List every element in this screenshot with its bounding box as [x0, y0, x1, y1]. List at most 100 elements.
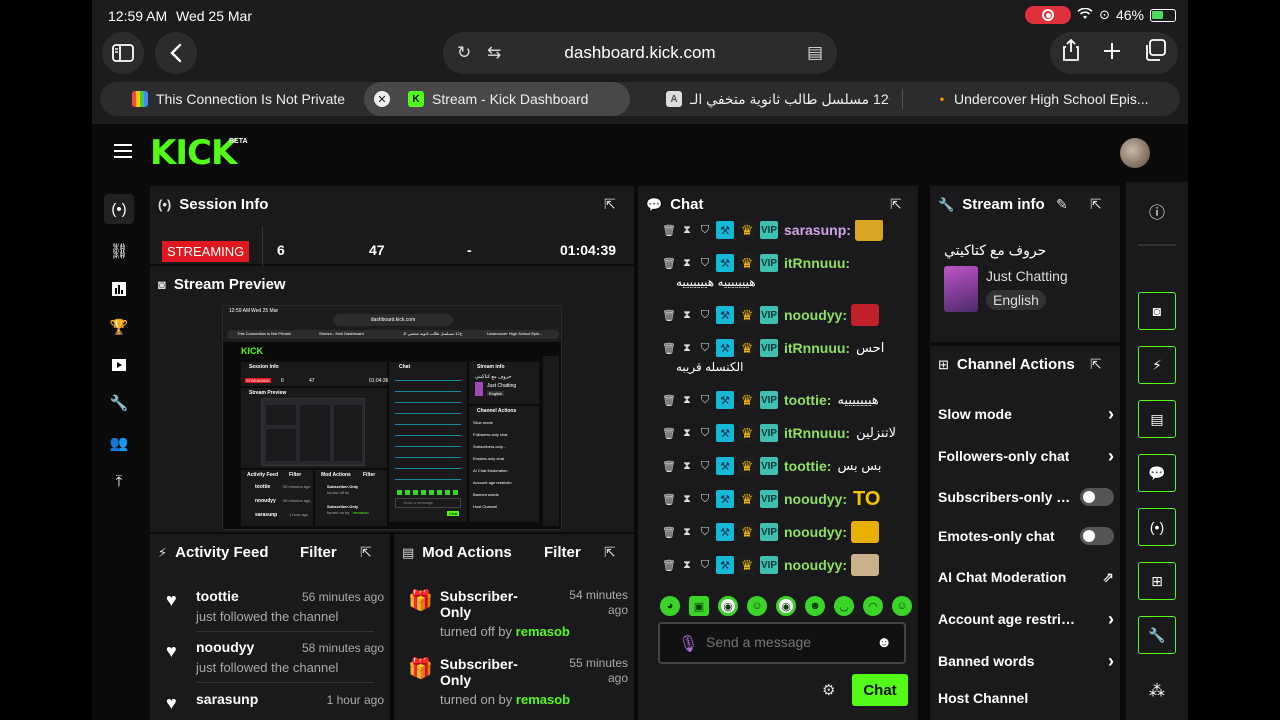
- timeout-icon[interactable]: ⧗: [680, 526, 694, 539]
- channel-action-host-channel[interactable]: Host Channel: [938, 690, 1114, 706]
- chat-username[interactable]: toottie:: [784, 458, 831, 474]
- ban-icon[interactable]: ⛉: [698, 427, 712, 440]
- external-link-icon[interactable]: ⇗: [1102, 569, 1114, 586]
- chat-username[interactable]: nooudyy:: [784, 557, 847, 573]
- video-nav-icon[interactable]: [104, 350, 134, 380]
- lightning-toggle-icon[interactable]: ⚡: [1138, 346, 1176, 384]
- timeout-icon[interactable]: ⧗: [680, 224, 694, 237]
- chat-username[interactable]: nooudyy:: [784, 524, 847, 540]
- chat-username[interactable]: toottie:: [784, 392, 831, 408]
- timeout-icon[interactable]: ⧗: [680, 460, 694, 473]
- chat-username[interactable]: nooudyy:: [784, 307, 847, 323]
- sidebar-toggle-icon[interactable]: [102, 32, 144, 74]
- stream-preview-video[interactable]: 12:59 AM Wed 25 Mar dashboard.kick.com T…: [222, 305, 562, 530]
- ban-icon[interactable]: ⛉: [698, 309, 712, 322]
- delete-icon[interactable]: 🗑: [662, 427, 676, 440]
- ban-icon[interactable]: ⛉: [698, 493, 712, 506]
- ban-icon[interactable]: ⛉: [698, 394, 712, 407]
- delete-icon[interactable]: 🗑: [662, 257, 676, 270]
- broadcast-toggle-icon[interactable]: (•): [1138, 508, 1176, 546]
- delete-icon[interactable]: 🗑: [662, 342, 676, 355]
- popout-icon[interactable]: ⇱: [360, 544, 372, 561]
- ban-icon[interactable]: ⛉: [698, 460, 712, 473]
- timeout-icon[interactable]: ⧗: [680, 427, 694, 440]
- chat-username[interactable]: nooudyy:: [784, 491, 847, 507]
- address-bar[interactable]: ↻ ⇆ dashboard.kick.com ▤: [443, 32, 837, 74]
- chat-settings-icon[interactable]: ⚙: [822, 681, 835, 699]
- chat-username[interactable]: itRnnuuu:: [784, 425, 850, 441]
- emote-icon[interactable]: ☺: [892, 596, 912, 616]
- avatar[interactable]: [1120, 138, 1150, 168]
- follower-name[interactable]: toottie: [196, 588, 239, 604]
- chevron-right-icon[interactable]: ›: [1108, 609, 1114, 630]
- emote-icon[interactable]: ☻: [805, 596, 825, 616]
- follower-name[interactable]: sarasunp: [196, 691, 258, 707]
- chat-username[interactable]: itRnnuuu:: [784, 255, 850, 271]
- trophy-nav-icon[interactable]: 🏆: [104, 312, 134, 342]
- timeout-icon[interactable]: ⧗: [680, 309, 694, 322]
- wrench-nav-icon[interactable]: 🔧: [104, 388, 134, 418]
- delete-icon[interactable]: 🗑: [662, 493, 676, 506]
- popout-icon[interactable]: ⇱: [604, 544, 616, 561]
- channel-action-slow-mode[interactable]: Slow mode ›: [938, 404, 1114, 425]
- send-chat-button[interactable]: Chat: [852, 674, 908, 706]
- ban-icon[interactable]: ⛉: [698, 224, 712, 237]
- menu-icon[interactable]: [114, 144, 132, 158]
- emoji-picker-icon[interactable]: ☻: [876, 634, 892, 651]
- stream-nav-icon[interactable]: (•): [104, 194, 134, 224]
- ban-icon[interactable]: ⛉: [698, 559, 712, 572]
- community-nav-icon[interactable]: 👥: [104, 428, 134, 458]
- follower-name[interactable]: nooudyy: [196, 639, 254, 655]
- emote-icon[interactable]: ◉: [718, 596, 738, 616]
- tab-kick-dashboard[interactable]: ✕ K Stream - Kick Dashboard: [364, 82, 630, 116]
- emote-icon[interactable]: ▣: [689, 596, 709, 616]
- upload-nav-icon[interactable]: ⤒: [104, 466, 134, 496]
- edit-pencil-icon[interactable]: ✎: [1056, 196, 1068, 213]
- category-name[interactable]: Just Chatting: [986, 268, 1068, 284]
- chat-toggle-icon[interactable]: 💬: [1138, 454, 1176, 492]
- toggle-switch[interactable]: [1080, 488, 1114, 506]
- chat-username[interactable]: itRnnuuu:: [784, 340, 850, 356]
- channel-action-account-age-restriction[interactable]: Account age restriction ›: [938, 609, 1114, 630]
- close-tab-icon[interactable]: ✕: [374, 91, 390, 107]
- ban-icon[interactable]: ⛉: [698, 257, 712, 270]
- chat-username[interactable]: sarasunp:: [784, 222, 851, 238]
- toggle-switch[interactable]: [1080, 527, 1114, 545]
- tab-undercover[interactable]: • Undercover High School Epis...: [938, 82, 1168, 116]
- timeout-icon[interactable]: ⧗: [680, 394, 694, 407]
- chevron-right-icon[interactable]: ›: [1108, 651, 1114, 672]
- moderator-name[interactable]: remasob: [516, 624, 570, 639]
- document-toggle-icon[interactable]: ▤: [1138, 400, 1176, 438]
- timeout-icon[interactable]: ⧗: [680, 493, 694, 506]
- wrench-toggle-icon[interactable]: 🔧: [1138, 616, 1176, 654]
- channel-action-ai-chat-moderation[interactable]: AI Chat Moderation ⇗: [938, 569, 1114, 585]
- emote-icon[interactable]: ◕: [660, 596, 680, 616]
- channel-action-followers-only-chat[interactable]: Followers-only chat ›: [938, 446, 1114, 466]
- share-icon[interactable]: [1062, 38, 1080, 67]
- popout-icon[interactable]: ⇱: [604, 196, 616, 213]
- timeout-icon[interactable]: ⧗: [680, 559, 694, 572]
- link-nav-icon[interactable]: ⛓: [104, 236, 134, 266]
- url-text[interactable]: dashboard.kick.com: [443, 43, 837, 63]
- mod-filter-button[interactable]: Filter: [544, 544, 581, 561]
- reader-icon[interactable]: ▤: [807, 43, 823, 63]
- delete-icon[interactable]: 🗑: [662, 526, 676, 539]
- analytics-nav-icon[interactable]: [104, 274, 134, 304]
- moderator-name[interactable]: remasob: [516, 692, 570, 707]
- channel-action-emotes-only-chat[interactable]: Emotes-only chat: [938, 527, 1114, 545]
- microphone-icon[interactable]: 🎙: [678, 634, 698, 654]
- more-options-icon[interactable]: ⁂: [1138, 676, 1176, 706]
- chat-message-input[interactable]: [706, 634, 866, 650]
- delete-icon[interactable]: 🗑: [662, 309, 676, 322]
- preview-toggle-icon[interactable]: ◙: [1138, 292, 1176, 330]
- emote-icon[interactable]: ◉: [776, 596, 796, 616]
- delete-icon[interactable]: 🗑: [662, 559, 676, 572]
- delete-icon[interactable]: 🗑: [662, 394, 676, 407]
- timeout-icon[interactable]: ⧗: [680, 342, 694, 355]
- kick-logo[interactable]: KICK: [150, 136, 237, 170]
- emote-icon[interactable]: ☺: [747, 596, 767, 616]
- activity-filter-button[interactable]: Filter: [300, 544, 337, 561]
- popout-icon[interactable]: ⇱: [890, 196, 902, 213]
- tab-not-private[interactable]: This Connection Is Not Private: [132, 82, 372, 116]
- chevron-right-icon[interactable]: ›: [1108, 404, 1114, 425]
